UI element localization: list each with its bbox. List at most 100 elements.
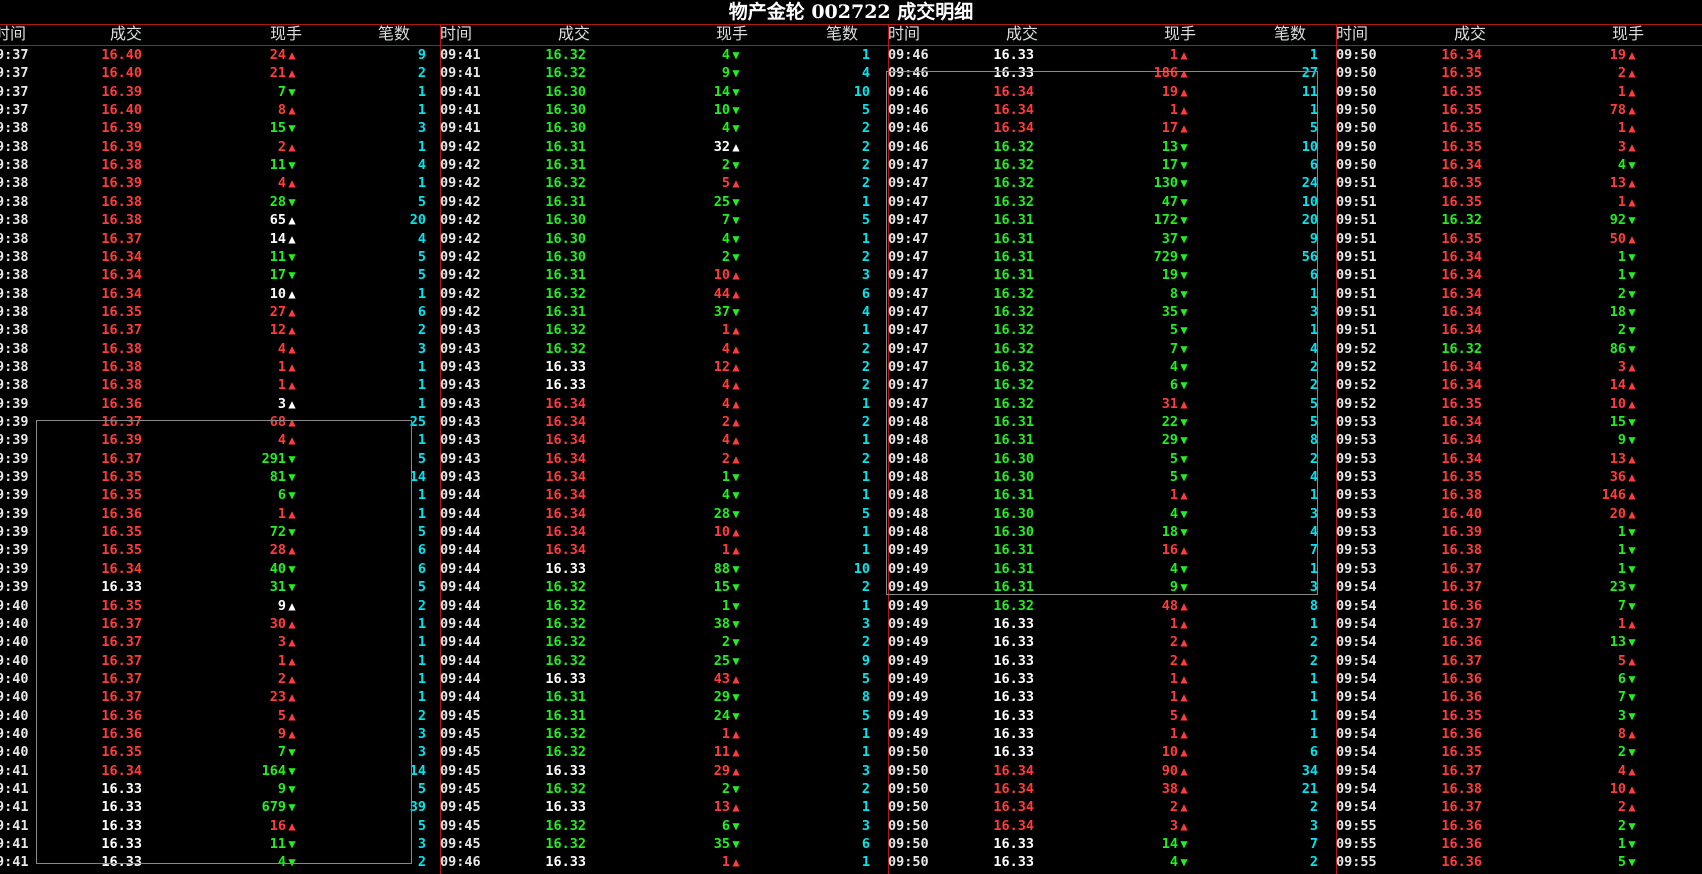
trade-count: 2 [861, 414, 870, 430]
trade-price: 16.31 [545, 689, 586, 706]
trade-time: 09:42 [440, 212, 481, 229]
trade-price: 16.39 [101, 138, 142, 155]
trade-time: 09:48 [888, 505, 929, 522]
trade-row: 09:44 16.32 38 ▼ 3 [440, 615, 888, 633]
trade-volume: 3 [277, 634, 286, 651]
arrow-up-icon: ▲ [288, 653, 296, 668]
arrow-up-icon: ▲ [1628, 378, 1636, 393]
trade-volume: 37 [1161, 230, 1178, 247]
trade-row: 9:39 16.37 291 ▼ 5 [0, 450, 440, 468]
trade-volume: 9 [721, 65, 730, 82]
trade-row: 09:42 16.32 5 ▲ 2 [440, 174, 888, 192]
trade-volume: 1 [721, 469, 730, 486]
trade-count: 1 [861, 487, 870, 504]
trade-price: 16.37 [101, 230, 142, 247]
trade-price: 16.34 [101, 285, 142, 302]
trade-count: 1 [861, 799, 870, 816]
trade-price: 16.34 [1441, 267, 1482, 284]
trade-row: 09:42 16.31 25 ▼ 1 [440, 193, 888, 211]
arrow-up-icon: ▲ [1180, 488, 1188, 503]
trade-time: 09:51 [1336, 175, 1377, 192]
arrow-up-icon: ▲ [1628, 470, 1636, 485]
trade-time: 09:41 [440, 120, 481, 137]
trade-volume: 1 [1169, 487, 1178, 504]
trade-row: 09:52 16.32 86 ▼ [1336, 340, 1702, 358]
trade-volume: 186 [1153, 65, 1178, 82]
trade-time: 09:42 [440, 230, 481, 247]
trade-time: 09:45 [440, 799, 481, 816]
trade-count: 2 [861, 634, 870, 651]
trade-time: 09:47 [888, 175, 929, 192]
trade-volume: 25 [713, 652, 730, 669]
trade-volume: 1 [1617, 193, 1626, 210]
trade-row: 9:39 16.35 72 ▼ 5 [0, 523, 440, 541]
trade-volume: 1 [1169, 670, 1178, 687]
trade-column-2[interactable]: 09:41 16.32 4 ▼ 1 09:41 16.32 9 ▼ 4 09:41 16.30 14 ▼ 1… [440, 46, 888, 874]
trade-column-1[interactable]: 9:37 16.40 24 ▲ 9 9:37 16.40 21 ▲ 2 9:37 16.39 7 ▼ 1 9:… [0, 46, 440, 874]
trade-count: 8 [861, 689, 870, 706]
trade-row: 09:51 16.35 50 ▲ [1336, 230, 1702, 248]
trade-count: 1 [861, 744, 870, 761]
trade-count: 5 [417, 450, 426, 467]
trade-count: 2 [1309, 377, 1318, 394]
trade-price: 16.37 [1441, 560, 1482, 577]
trade-volume: 1 [1169, 725, 1178, 742]
trade-row: 9:39 16.35 6 ▼ 1 [0, 486, 440, 504]
trade-row: 09:55 16.36 5 ▼ [1336, 853, 1702, 871]
trade-row: 09:42 16.31 10 ▲ 3 [440, 266, 888, 284]
arrow-down-icon: ▼ [1180, 506, 1188, 521]
trade-volume: 4 [721, 340, 730, 357]
trade-count: 1 [417, 138, 426, 155]
trade-price: 16.36 [101, 725, 142, 742]
trade-row: 9:39 16.36 3 ▲ 1 [0, 395, 440, 413]
trade-volume: 1 [1617, 120, 1626, 137]
trade-volume: 17 [269, 267, 286, 284]
trade-time: 09:54 [1336, 579, 1377, 596]
trade-count: 5 [417, 248, 426, 265]
trade-time: 09:50 [888, 762, 929, 779]
trade-volume: 40 [269, 560, 286, 577]
trade-time: 09:54 [1336, 634, 1377, 651]
trade-column-3[interactable]: 09:46 16.33 1 ▲ 1 09:46 16.33 186 ▲ 27 09:46 16.34 1… [888, 46, 1336, 874]
trade-price: 16.36 [101, 395, 142, 412]
trade-row: 09:54 16.36 13 ▼ [1336, 633, 1702, 651]
trade-row: 09:54 16.37 5 ▲ [1336, 652, 1702, 670]
trade-row: 9:39 16.33 31 ▼ 5 [0, 578, 440, 596]
trade-price: 16.37 [101, 414, 142, 430]
trade-row: 9:41 16.33 16 ▲ 5 [0, 817, 440, 835]
trade-row: 09:53 16.34 13 ▲ [1336, 450, 1702, 468]
trade-time: 09:49 [888, 560, 929, 577]
trade-volume: 5 [1617, 652, 1626, 669]
arrow-up-icon: ▲ [1180, 708, 1188, 723]
arrow-up-icon: ▲ [1180, 396, 1188, 411]
trade-row: 9:41 16.33 11 ▼ 3 [0, 835, 440, 853]
trade-time: 09:53 [1336, 542, 1377, 559]
trade-volume: 29 [713, 762, 730, 779]
trade-count: 20 [1301, 212, 1318, 229]
trade-row: 9:37 16.39 7 ▼ 1 [0, 83, 440, 101]
trade-count: 5 [861, 505, 870, 522]
trade-row: 9:40 16.35 7 ▼ 3 [0, 743, 440, 761]
trade-price: 16.32 [545, 781, 586, 797]
arrow-up-icon: ▲ [288, 359, 296, 374]
trade-volume: 4 [1617, 762, 1626, 779]
trade-time: 09:46 [888, 47, 929, 63]
arrow-down-icon: ▼ [1180, 837, 1188, 852]
trade-price: 16.39 [101, 432, 142, 449]
trade-count: 1 [1309, 725, 1318, 742]
arrow-up-icon: ▲ [1180, 763, 1188, 778]
trade-volume: 10 [1609, 781, 1626, 797]
arrow-up-icon: ▲ [1180, 690, 1188, 705]
trade-time: 09:43 [440, 340, 481, 357]
trade-row: 09:49 16.33 1 ▲ 1 [888, 688, 1336, 706]
trade-price: 16.37 [1441, 579, 1482, 596]
trade-row: 09:47 16.32 47 ▼ 10 [888, 193, 1336, 211]
arrow-down-icon: ▼ [288, 194, 296, 209]
trade-column-4[interactable]: 09:50 16.34 19 ▲ 09:50 16.35 2 ▲ 09:50 16.35 1 ▲ 09:… [1336, 46, 1702, 874]
arrow-down-icon: ▼ [288, 800, 296, 815]
arrow-up-icon: ▲ [1628, 726, 1636, 741]
arrow-down-icon: ▼ [1180, 378, 1188, 393]
arrow-up-icon: ▲ [732, 139, 740, 154]
trade-price: 16.35 [101, 487, 142, 504]
trade-volume: 5 [1169, 707, 1178, 724]
